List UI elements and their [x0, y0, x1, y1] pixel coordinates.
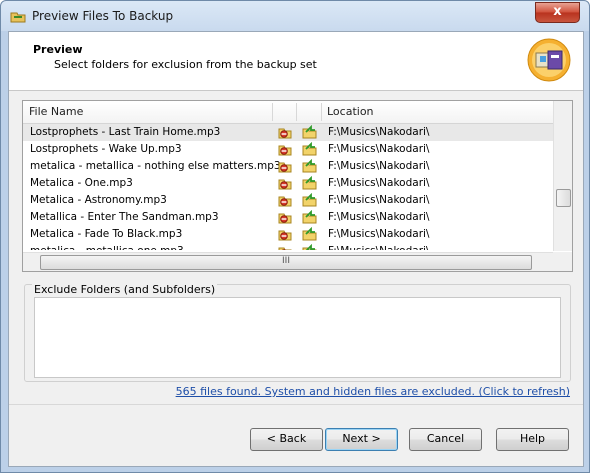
location-cell: F:\Musics\Nakodari\ [328, 160, 430, 172]
exclude-file-icon[interactable] [278, 244, 292, 250]
help-button[interactable]: Help [496, 428, 569, 451]
column-header-file-name[interactable]: File Name [29, 101, 83, 123]
location-cell: F:\Musics\Nakodari\ [328, 245, 429, 250]
exclude-folders-group: Exclude Folders (and Subfolders) [24, 283, 571, 382]
vertical-scrollbar[interactable] [553, 101, 572, 251]
table-row[interactable]: metalica - metallica one.mp3 F:\Musics\Na… [23, 243, 553, 250]
exclude-file-icon[interactable] [278, 210, 292, 224]
column-divider[interactable] [321, 103, 322, 121]
file-name-cell: metalica - metallica - nothing else matt… [30, 160, 281, 172]
exclude-file-icon[interactable] [278, 227, 292, 241]
cancel-button[interactable]: Cancel [409, 428, 482, 451]
list-header: File Name Location [23, 101, 553, 124]
refresh-link[interactable]: 565 files found. System and hidden files… [176, 385, 570, 398]
file-name-cell: Metalica - One.mp3 [30, 177, 133, 189]
file-name-cell: Metalica - Fade To Black.mp3 [30, 228, 183, 240]
table-row[interactable]: Lostprophets - Wake Up.mp3 F:\Musics\Nako… [23, 141, 553, 158]
location-cell: F:\Musics\Nakodari\ [328, 143, 430, 155]
wizard-header: Preview Select folders for exclusion fro… [9, 32, 583, 91]
exclude-file-icon[interactable] [278, 176, 292, 190]
open-folder-icon[interactable] [302, 227, 317, 241]
file-name-cell: Lostprophets - Wake Up.mp3 [30, 143, 182, 155]
column-divider[interactable] [296, 103, 297, 121]
open-folder-icon[interactable] [302, 125, 317, 139]
exclude-file-icon[interactable] [278, 193, 292, 207]
table-row[interactable]: Metalica - One.mp3 F:\Musics\Nakodari\ [23, 175, 553, 192]
exclude-file-icon[interactable] [278, 125, 292, 139]
exclude-file-icon[interactable] [278, 142, 292, 156]
open-folder-icon[interactable] [302, 210, 317, 224]
table-row[interactable]: Lostprophets - Last Train Home.mp3 F:\Mus… [23, 124, 553, 141]
open-folder-icon[interactable] [302, 142, 317, 156]
file-list[interactable]: File Name Location Lostprophets - Last T… [22, 100, 573, 272]
dialog-client: Preview Select folders for exclusion fro… [8, 31, 584, 467]
location-cell: F:\Musics\Nakodari\ [328, 194, 430, 206]
close-button[interactable]: x [535, 2, 580, 23]
exclude-folders-list[interactable] [34, 297, 561, 378]
next-button[interactable]: Next > [325, 428, 398, 451]
table-row[interactable]: metalica - metallica - nothing else matt… [23, 158, 553, 175]
file-name-cell: Metalica - Astronomy.mp3 [30, 194, 167, 206]
window-title: Preview Files To Backup [32, 9, 174, 23]
file-name-cell: Lostprophets - Last Train Home.mp3 [30, 126, 221, 138]
open-folder-icon[interactable] [302, 244, 317, 250]
horizontal-scroll-thumb[interactable]: III [40, 255, 532, 270]
scroll-corner [553, 252, 572, 271]
column-header-location[interactable]: Location [327, 101, 374, 123]
backup-folder-icon [527, 38, 571, 82]
location-cell: F:\Musics\Nakodari\ [328, 211, 430, 223]
file-name-cell: Metallica - Enter The Sandman.mp3 [30, 211, 219, 223]
backup-app-icon [10, 12, 26, 23]
dialog-window: Preview Files To Backup x Preview Select… [0, 0, 590, 473]
file-rows: Lostprophets - Last Train Home.mp3 F:\Mus… [23, 124, 553, 250]
location-cell: F:\Musics\Nakodari\ [328, 126, 430, 138]
exclude-folders-label: Exclude Folders (and Subfolders) [32, 283, 218, 296]
page-subtitle: Select folders for exclusion from the ba… [54, 58, 317, 71]
divider [9, 404, 583, 405]
table-row[interactable]: Metalica - Astronomy.mp3 F:\Musics\Nakoda… [23, 192, 553, 209]
vertical-scroll-thumb[interactable] [556, 189, 571, 207]
open-folder-icon[interactable] [302, 159, 317, 173]
location-cell: F:\Musics\Nakodari\ [328, 228, 430, 240]
table-row[interactable]: Metalica - Fade To Black.mp3 F:\Musics\Na… [23, 226, 553, 243]
open-folder-icon[interactable] [302, 176, 317, 190]
location-cell: F:\Musics\Nakodari\ [328, 177, 430, 189]
back-button[interactable]: < Back [250, 428, 323, 451]
file-name-cell: metalica - metallica one.mp3 [30, 245, 184, 250]
exclude-file-icon[interactable] [278, 159, 292, 173]
open-folder-icon[interactable] [302, 193, 317, 207]
column-divider[interactable] [272, 103, 273, 121]
page-title: Preview [33, 43, 83, 56]
table-row[interactable]: Metallica - Enter The Sandman.mp3 F:\Musi… [23, 209, 553, 226]
title-bar[interactable]: Preview Files To Backup x [1, 1, 589, 31]
horizontal-scrollbar[interactable]: III [23, 252, 553, 271]
